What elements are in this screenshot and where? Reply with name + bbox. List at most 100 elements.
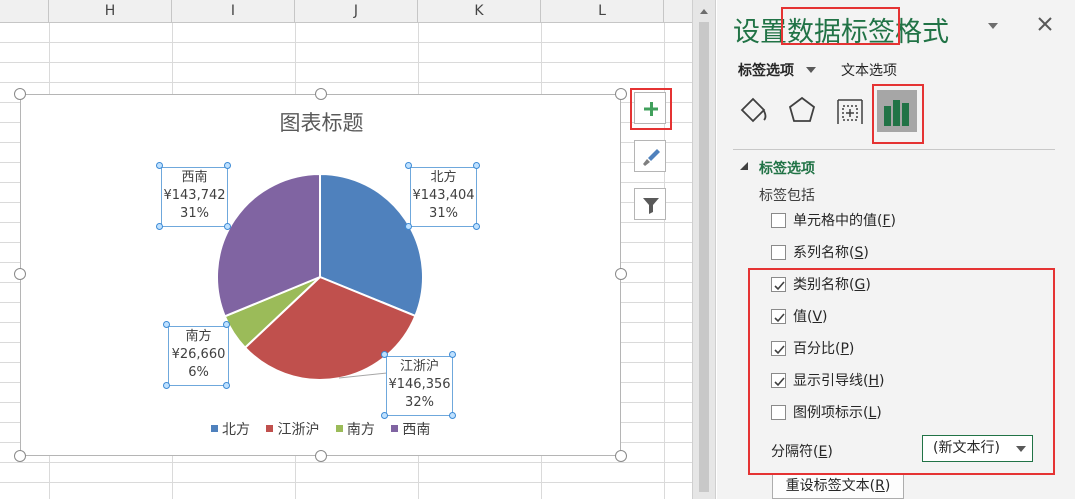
legend-label: 北方 [222,422,250,438]
option-legend-key[interactable]: 图例项标示(L) [771,404,882,424]
legend-entry-southwest[interactable]: 西南 [391,419,430,439]
data-label-southwest[interactable]: 西南 ¥143,742 31% [161,167,228,227]
tab-label-options[interactable]: 标签选项 [738,60,817,80]
option-cell-value[interactable]: 单元格中的值(F) [771,212,896,232]
label-handle[interactable] [381,412,388,419]
section-label-options[interactable]: 标签选项 [759,158,815,178]
size-properties-icon[interactable] [833,92,867,132]
brush-icon [643,149,660,166]
label-handle[interactable] [449,412,456,419]
label-handle[interactable] [156,223,163,230]
checkbox-leader-lines[interactable] [771,373,786,388]
option-category-name[interactable]: 类别名称(G) [771,276,871,296]
option-label: 显示引导线( [793,373,869,389]
option-label-end: ) [822,309,828,325]
scrollbar-thumb[interactable] [699,22,709,492]
data-label-category: 南方 [185,329,212,344]
label-handle[interactable] [405,162,412,169]
column-header-k[interactable]: K [418,0,541,23]
close-icon[interactable] [1035,14,1055,34]
resize-handle-left[interactable] [14,268,26,280]
column-header-j[interactable]: J [295,0,418,23]
collapse-triangle-icon[interactable] [739,161,749,171]
legend-entry-jiangzhehu[interactable]: 江浙沪 [266,419,319,439]
label-handle[interactable] [224,162,231,169]
data-label-jiangzhehu[interactable]: 江浙沪 ¥146,356 32% [386,356,453,416]
option-label: 值( [793,309,813,325]
resize-handle-bottom-right[interactable] [615,450,627,462]
label-handle[interactable] [156,162,163,169]
data-label-percent: 32% [405,395,434,410]
chart-legend[interactable]: 北方 江浙沪 南方 西南 [211,419,442,439]
checkbox-series-name[interactable] [771,245,786,260]
option-series-name[interactable]: 系列名称(S) [771,244,869,264]
legend-entry-north[interactable]: 北方 [211,419,250,439]
label-handle[interactable] [223,382,230,389]
resize-handle-bottom-left[interactable] [14,450,26,462]
checkbox-legend-key[interactable] [771,405,786,420]
option-value[interactable]: 值(V) [771,308,828,328]
label-handle[interactable] [473,223,480,230]
resize-handle-top[interactable] [315,88,327,100]
separator-key: E [818,444,828,460]
column-header-h[interactable]: H [49,0,172,23]
tab-text-options[interactable]: 文本选项 [841,60,897,80]
scroll-up-arrow-icon[interactable] [697,4,711,18]
column-header-g-partial[interactable] [0,0,49,23]
data-label-south[interactable]: 南方 ¥26,660 6% [168,326,229,386]
label-handle[interactable] [381,351,388,358]
label-options-tab-active[interactable] [877,90,917,132]
pane-options-dropdown-icon[interactable] [985,18,1001,34]
legend-swatch [266,425,274,432]
label-handle[interactable] [449,351,456,358]
resize-handle-top-right[interactable] [615,88,627,100]
column-header-i[interactable]: I [172,0,295,23]
data-label-value: ¥143,742 [163,188,226,203]
data-label-category: 江浙沪 [399,359,439,374]
option-label: 百分比( [793,341,841,357]
chart-elements-button[interactable] [634,92,666,124]
label-handle[interactable] [223,321,230,328]
pie-chart[interactable]: 图表标题 西南 ¥143,742 31% 北方 ¥143,404 31% 南方 … [20,94,621,456]
label-handle[interactable] [163,321,170,328]
label-handle[interactable] [224,223,231,230]
resize-handle-bottom[interactable] [315,450,327,462]
resize-handle-top-left[interactable] [14,88,26,100]
legend-label: 江浙沪 [277,422,320,438]
pie-plot-area[interactable] [21,95,622,457]
pane-divider [733,149,1055,150]
plus-icon [644,102,658,116]
option-percentage[interactable]: 百分比(P) [771,340,854,360]
reset-label-end: ) [884,478,891,494]
vertical-scrollbar[interactable] [692,0,716,499]
data-label-value: ¥146,356 [388,377,451,392]
checkbox-category-name[interactable] [771,277,786,292]
fill-line-icon[interactable] [737,92,771,132]
resize-handle-right[interactable] [615,268,627,280]
checkmark-icon [774,345,785,355]
reset-key: R [875,478,885,494]
separator-label: 分隔符(E) [771,441,833,461]
data-label-north[interactable]: 北方 ¥143,404 31% [410,167,477,227]
reset-label-text-button[interactable]: 重设标签文本(R) [772,473,904,499]
option-leader-lines[interactable]: 显示引导线(H) [771,372,884,392]
chart-filters-button[interactable] [634,188,666,220]
label-handle[interactable] [473,162,480,169]
separator-select[interactable]: (新文本行) [922,435,1033,462]
legend-swatch [211,425,218,432]
column-header-l[interactable]: L [541,0,664,23]
option-label: 类别名称( [793,277,855,293]
pane-title: 设置数据标签格式 [733,17,949,48]
checkbox-value[interactable] [771,309,786,324]
checkbox-percentage[interactable] [771,341,786,356]
option-key: P [840,341,849,357]
legend-entry-south[interactable]: 南方 [335,419,375,439]
option-key: V [812,309,823,325]
chart-styles-button[interactable] [634,140,666,172]
option-label-end: ) [876,405,882,421]
effects-pentagon-icon[interactable] [785,92,819,132]
checkbox-cell-value[interactable] [771,213,786,228]
label-handle[interactable] [163,382,170,389]
label-handle[interactable] [405,223,412,230]
data-label-percent: 31% [429,206,458,221]
